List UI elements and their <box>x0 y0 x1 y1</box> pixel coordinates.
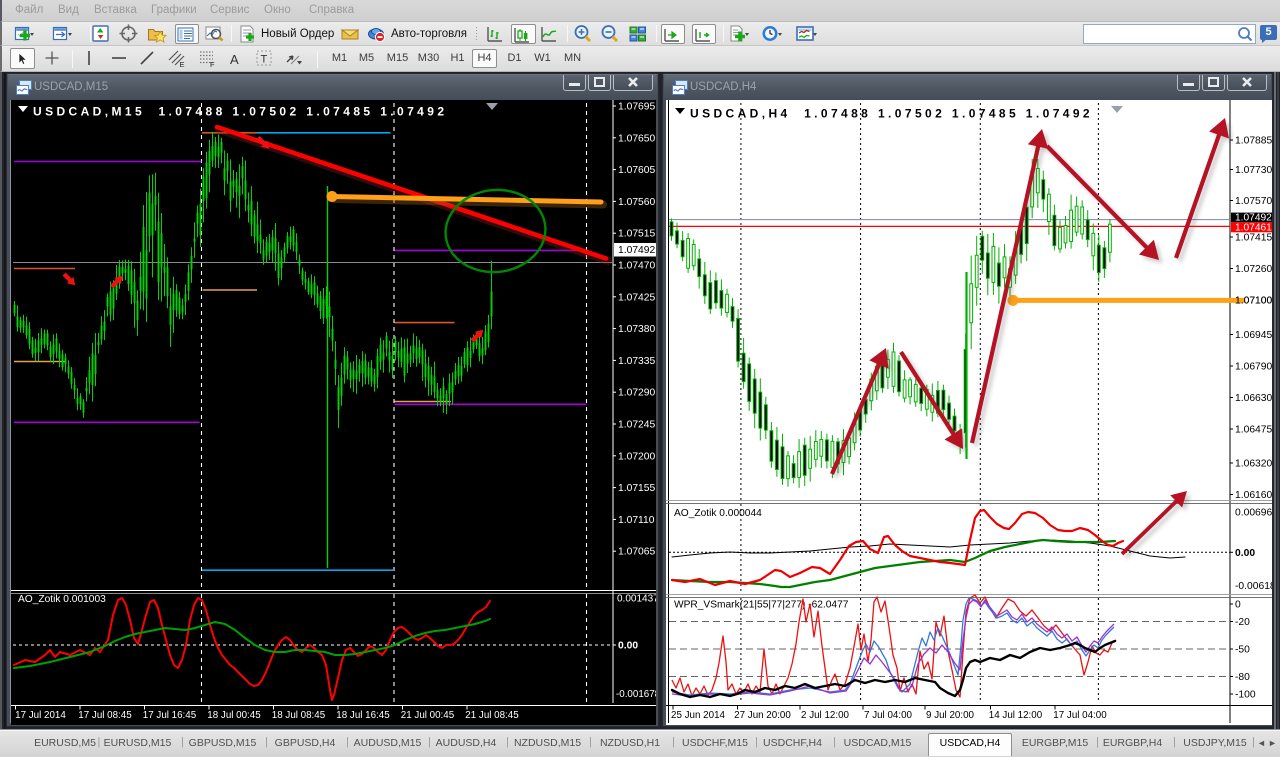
svg-text:0: 0 <box>1235 600 1241 611</box>
svg-text:-100: -100 <box>1235 690 1256 701</box>
svg-text:1.07200: 1.07200 <box>618 451 655 462</box>
svg-text:1.07695: 1.07695 <box>618 102 655 113</box>
svg-text:1.07260: 1.07260 <box>1235 264 1272 275</box>
svg-text:E: E <box>180 60 185 69</box>
svg-text:18 Jul 00:45: 18 Jul 00:45 <box>207 710 261 721</box>
svg-text:1.07515: 1.07515 <box>618 229 655 240</box>
svg-text:1.07492: 1.07492 <box>618 245 655 256</box>
svg-text:0.006962: 0.006962 <box>1235 508 1272 519</box>
svg-text:0.001437: 0.001437 <box>617 594 656 605</box>
svg-text:AO_Zotik 0.001003: AO_Zotik 0.001003 <box>18 594 106 605</box>
svg-text:1.06945: 1.06945 <box>1235 330 1272 341</box>
svg-text:1.07335: 1.07335 <box>618 356 655 367</box>
svg-text:21 Jul 00:45: 21 Jul 00:45 <box>401 710 455 721</box>
svg-text:1.07415: 1.07415 <box>1235 233 1272 244</box>
svg-text:14 Jul 12:00: 14 Jul 12:00 <box>989 710 1043 721</box>
svg-text:1.07470: 1.07470 <box>618 261 655 272</box>
svg-text:1.07605: 1.07605 <box>618 165 655 176</box>
svg-text:1.07730: 1.07730 <box>1235 165 1272 176</box>
svg-text:1.07650: 1.07650 <box>618 133 655 144</box>
svg-text:1.07155: 1.07155 <box>618 483 655 494</box>
svg-text:WPR_VSmark(21|55|77|277) -62.0: WPR_VSmark(21|55|77|277) -62.0477 <box>674 600 849 611</box>
svg-text:1.07425: 1.07425 <box>618 292 655 303</box>
svg-text:USDCAD,M15 1.07488 1.07502 1.: USDCAD,M15 1.07488 1.07502 1.07485 1.074… <box>33 105 447 119</box>
svg-text:1.07885: 1.07885 <box>1235 136 1272 147</box>
svg-text:-20: -20 <box>1235 617 1250 628</box>
svg-text:1.06320: 1.06320 <box>1235 459 1272 470</box>
svg-text:1.06160: 1.06160 <box>1235 490 1272 501</box>
svg-text:1.07570: 1.07570 <box>1235 196 1272 207</box>
svg-text:1.07290: 1.07290 <box>618 388 655 399</box>
svg-text:0.00: 0.00 <box>1235 548 1255 559</box>
svg-text:21 Jul 08:45: 21 Jul 08:45 <box>465 710 519 721</box>
svg-text:18 Jul 16:45: 18 Jul 16:45 <box>336 710 390 721</box>
svg-text:17 Jul 04:00: 17 Jul 04:00 <box>1053 710 1107 721</box>
svg-text:1.07100: 1.07100 <box>1235 296 1272 307</box>
svg-text:7 Jul 04:00: 7 Jul 04:00 <box>864 710 912 721</box>
svg-text:27 Jun 20:00: 27 Jun 20:00 <box>734 710 791 721</box>
svg-text:AO_Zotik 0.000044: AO_Zotik 0.000044 <box>674 508 762 519</box>
svg-text:0.00: 0.00 <box>618 641 638 652</box>
svg-text:17 Jul 2014: 17 Jul 2014 <box>15 710 66 721</box>
svg-text:1.06475: 1.06475 <box>1235 425 1272 436</box>
svg-text:1.06790: 1.06790 <box>1235 362 1272 373</box>
svg-text:-50: -50 <box>1235 645 1250 656</box>
svg-text:-80: -80 <box>1235 672 1250 683</box>
svg-text:2 Jul 12:00: 2 Jul 12:00 <box>801 710 849 721</box>
svg-text:25 Jun 2014: 25 Jun 2014 <box>671 710 725 721</box>
svg-text:1.07380: 1.07380 <box>618 324 655 335</box>
svg-text:1.07065: 1.07065 <box>618 547 655 558</box>
svg-text:F: F <box>210 60 215 69</box>
svg-text:1.07245: 1.07245 <box>618 420 655 431</box>
svg-text:1.07461: 1.07461 <box>1235 223 1272 234</box>
svg-text:1.07560: 1.07560 <box>618 197 655 208</box>
svg-text:1.06630: 1.06630 <box>1235 393 1272 404</box>
svg-text:9 Jul 20:00: 9 Jul 20:00 <box>926 710 974 721</box>
svg-text:17 Jul 16:45: 17 Jul 16:45 <box>143 710 197 721</box>
svg-text:1.07110: 1.07110 <box>618 515 655 526</box>
svg-text:USDCAD,H4 1.07488 1.07502 1.0: USDCAD,H4 1.07488 1.07502 1.07485 1.0749… <box>690 107 1093 121</box>
svg-text:-0.006189: -0.006189 <box>1235 581 1272 592</box>
svg-text:-0.001678: -0.001678 <box>616 689 656 700</box>
svg-text:T: T <box>261 54 268 66</box>
svg-text:17 Jul 08:45: 17 Jul 08:45 <box>78 710 132 721</box>
svg-text:18 Jul 08:45: 18 Jul 08:45 <box>272 710 326 721</box>
